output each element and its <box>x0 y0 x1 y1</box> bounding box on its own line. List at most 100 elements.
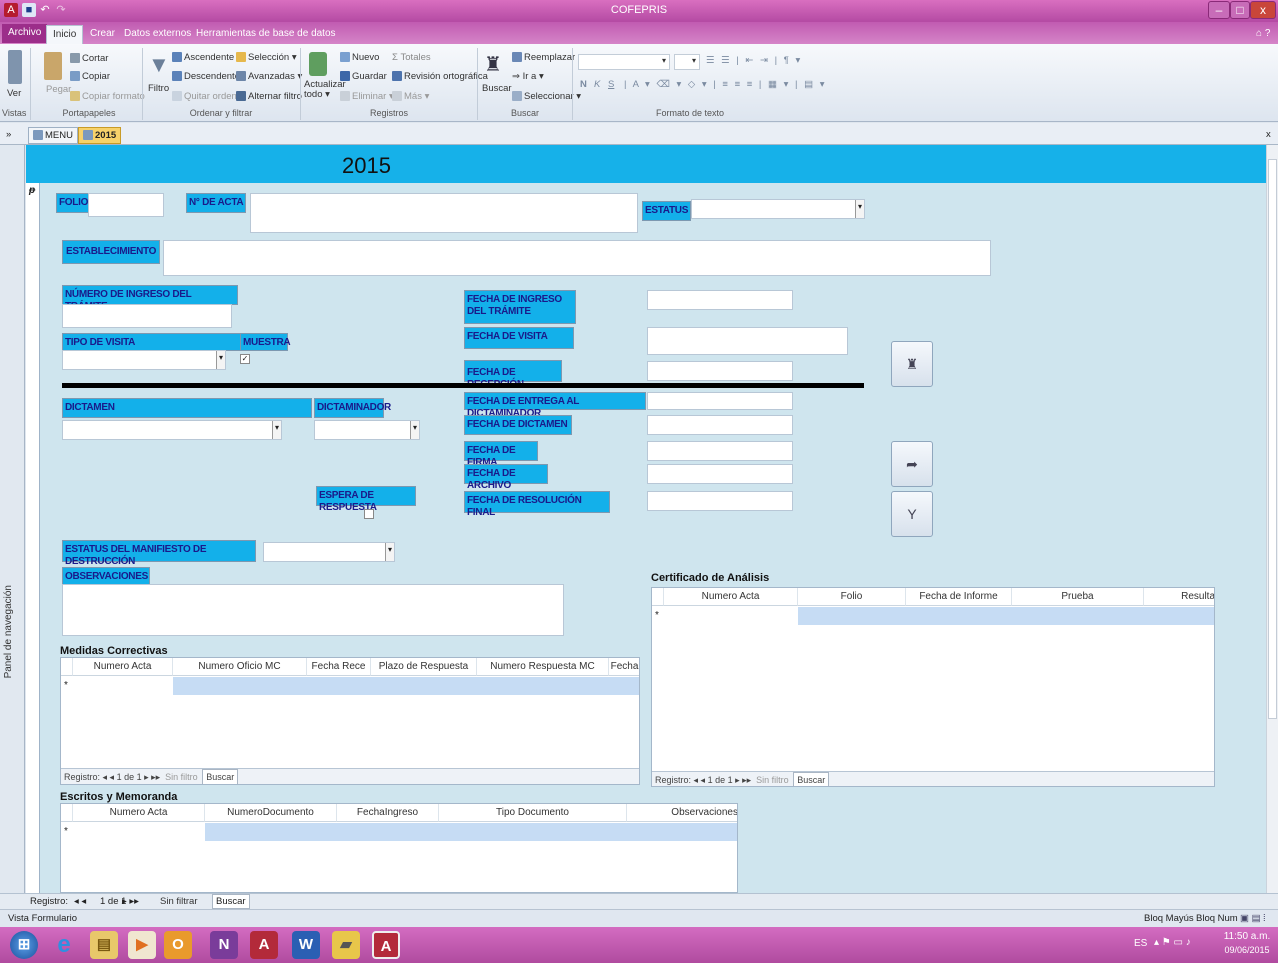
fecha-dictamen-field[interactable] <box>647 415 793 435</box>
close-doc-icon[interactable]: x <box>1262 127 1275 144</box>
maximize-button[interactable]: □ <box>1230 1 1250 19</box>
nuevo-button[interactable]: Nuevo <box>340 52 379 63</box>
chevron-down-icon[interactable]: ▾ <box>855 200 864 218</box>
access-icon[interactable]: A <box>250 931 278 959</box>
totales-button[interactable]: Σ Totales <box>392 52 431 63</box>
quitar-orden-button[interactable]: Quitar orden <box>172 91 237 102</box>
font-size-select[interactable]: ▾ <box>674 54 700 70</box>
view-switcher[interactable]: ▣ ▤ ⦙ <box>1240 910 1265 927</box>
eliminar-button[interactable]: Eliminar ▾ <box>340 91 394 102</box>
navigation-pane[interactable]: Panel de navegación <box>0 145 25 907</box>
word-icon[interactable]: W <box>292 931 320 959</box>
folder-icon[interactable]: ▰ <box>332 931 360 959</box>
ascendente-button[interactable]: Ascendente <box>172 52 234 63</box>
col-fecha-rece[interactable]: Fecha Rece <box>307 658 371 676</box>
n-acta-field[interactable] <box>250 193 638 233</box>
chevron-down-icon[interactable]: ▾ <box>272 421 281 439</box>
col-numero-respuesta[interactable]: Numero Respuesta MC <box>477 658 609 676</box>
estatus-manifiesto-select[interactable]: ▾ <box>263 542 395 562</box>
tab-crear[interactable]: Crear <box>84 25 121 44</box>
pegar-button[interactable]: Pegar <box>46 84 71 95</box>
cortar-button[interactable]: Cortar <box>70 53 108 64</box>
col-tipo-documento[interactable]: Tipo Documento <box>439 804 627 822</box>
export-button[interactable]: ➦ <box>891 441 933 487</box>
establecimiento-field[interactable] <box>163 240 991 276</box>
chevron-down-icon[interactable]: ▾ <box>385 543 394 561</box>
medidas-subform[interactable]: Numero Acta Numero Oficio MC Fecha Rece … <box>60 657 640 785</box>
col-numero-acta[interactable]: Numero Acta <box>664 588 798 606</box>
tab-archivo[interactable]: Archivo <box>2 24 48 43</box>
descendente-button[interactable]: Descendente <box>172 71 240 82</box>
estatus-select[interactable]: ▾ <box>691 199 865 219</box>
tab-herramientas[interactable]: Herramientas de base de datos <box>190 25 342 44</box>
col-resultado[interactable]: Resulta <box>1144 588 1214 606</box>
explorer-icon[interactable]: ▤ <box>90 931 118 959</box>
view-icon[interactable] <box>8 50 22 84</box>
italic-button[interactable]: K <box>594 79 600 90</box>
col-numero-acta[interactable]: Numero Acta <box>73 658 173 676</box>
doc-tab-2015[interactable]: 2015 <box>78 127 122 144</box>
help-icon[interactable]: ⌂ ? <box>1250 25 1276 44</box>
clock-time[interactable]: 11:50 a.m. <box>1222 931 1272 942</box>
record-search[interactable]: Buscar <box>212 894 250 909</box>
clock-date[interactable]: 09/06/2015 <box>1222 945 1272 955</box>
col-numero-oficio[interactable]: Numero Oficio MC <box>173 658 307 676</box>
new-row[interactable] <box>205 823 737 841</box>
outlook-icon[interactable]: O <box>164 931 192 959</box>
chevron-down-icon[interactable]: ▾ <box>410 421 419 439</box>
paste-icon[interactable] <box>44 52 62 80</box>
certificado-subform[interactable]: Numero Acta Folio Fecha de Informe Prueb… <box>651 587 1215 787</box>
refresh-icon[interactable] <box>309 52 327 76</box>
filter-toggle[interactable]: Sin filtrar <box>160 894 197 909</box>
dictaminador-select[interactable]: ▾ <box>314 420 420 440</box>
col-numero-acta[interactable]: Numero Acta <box>73 804 205 822</box>
filter-button[interactable]: Y <box>891 491 933 537</box>
dictamen-select[interactable]: ▾ <box>62 420 282 440</box>
ie-icon[interactable]: e <box>50 931 78 959</box>
col-observaciones[interactable]: Observaciones <box>627 804 737 822</box>
fecha-resolucion-field[interactable] <box>647 491 793 511</box>
vertical-scrollbar[interactable] <box>1266 145 1278 893</box>
ir-a-button[interactable]: ⇒ Ir a ▾ <box>512 71 544 82</box>
col-plazo-respuesta[interactable]: Plazo de Respuesta <box>371 658 477 676</box>
new-row[interactable] <box>173 677 639 695</box>
search-button[interactable]: ♜ <box>891 341 933 387</box>
seleccionar-button[interactable]: Seleccionar ▾ <box>512 91 581 102</box>
revision-button[interactable]: Revisión ortográfica <box>392 71 488 82</box>
format-tools[interactable]: | A ▾ ⌫ ▾ ◇ ▾ | ≡ ≡ ≡ | ▦ ▾ | ▤ ▾ <box>624 79 827 90</box>
record-navigator[interactable]: Registro: ◂ ◂ 1 de 1 ▸ ▸▸ Sin filtrar Bu… <box>0 893 1278 909</box>
close-button[interactable]: x <box>1250 1 1276 19</box>
folio-field[interactable] <box>88 193 164 217</box>
guardar-button[interactable]: Guardar <box>340 71 387 82</box>
reemplazar-button[interactable]: Reemplazar <box>512 52 575 63</box>
observaciones-field[interactable] <box>62 584 564 636</box>
fecha-firma-field[interactable] <box>647 441 793 461</box>
mas-button[interactable]: Más ▾ <box>392 91 429 102</box>
col-fecha[interactable]: Fecha <box>609 658 639 676</box>
doc-tab-menu[interactable]: MENU <box>28 127 78 144</box>
copiar-button[interactable]: Copiar <box>70 71 110 82</box>
fecha-entrega-field[interactable] <box>647 392 793 410</box>
copiar-formato-button[interactable]: Copiar formato <box>70 91 145 102</box>
media-player-icon[interactable]: ▶ <box>128 931 156 959</box>
binoculars-icon[interactable]: ♜ <box>484 52 502 77</box>
col-numero-documento[interactable]: NumeroDocumento <box>205 804 337 822</box>
col-prueba[interactable]: Prueba <box>1012 588 1144 606</box>
espera-respuesta-checkbox[interactable] <box>364 509 374 519</box>
certificado-nav[interactable]: Registro: ◂ ◂ 1 de 1 ▸ ▸▸ Sin filtro Bus… <box>652 771 1214 786</box>
numero-ingreso-field[interactable] <box>62 304 232 328</box>
tipo-visita-select[interactable]: ▾ <box>62 350 226 370</box>
scroll-thumb[interactable] <box>1268 159 1277 719</box>
col-fecha-informe[interactable]: Fecha de Informe <box>906 588 1012 606</box>
seleccion-button[interactable]: Selección ▾ <box>236 52 297 63</box>
tab-inicio[interactable]: Inicio <box>46 25 84 44</box>
col-folio[interactable]: Folio <box>798 588 906 606</box>
escritos-subform[interactable]: Numero Acta NumeroDocumento FechaIngreso… <box>60 803 738 893</box>
fecha-recepcion-field[interactable] <box>647 361 793 381</box>
tray-icons[interactable]: ▴ ⚑ ▭ ♪ <box>1154 937 1191 948</box>
buscar-button[interactable]: Buscar <box>482 83 512 94</box>
next-record-icon[interactable]: ▸ ▸▸ <box>122 894 139 909</box>
language-indicator[interactable]: ES <box>1134 938 1147 949</box>
bold-button[interactable]: N <box>580 79 587 90</box>
minimize-button[interactable]: – <box>1208 1 1230 19</box>
